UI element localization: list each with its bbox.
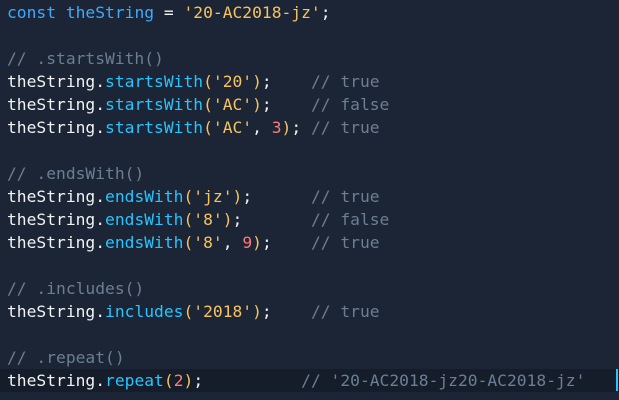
code-text: theString <box>7 233 96 252</box>
code-text: theString <box>7 371 96 390</box>
code-line[interactable]: theString.startsWith('AC', 3); // true <box>7 116 619 139</box>
method-token: endsWith <box>105 187 184 206</box>
code-text: theString <box>7 302 96 321</box>
paren-token: ) <box>252 302 262 321</box>
comment-token: // true <box>310 72 380 91</box>
code-text: . <box>95 118 106 137</box>
code-text: ; <box>193 371 302 390</box>
string-token: '8' <box>193 210 223 229</box>
paren-token: ) <box>252 72 262 91</box>
code-line[interactable] <box>7 24 619 47</box>
code-text: ; <box>232 210 311 229</box>
comment-token: // .endsWith() <box>7 164 145 183</box>
code-text: ; <box>320 3 331 22</box>
code-line[interactable] <box>7 323 619 346</box>
code-text: . <box>95 210 106 229</box>
method-token: endsWith <box>105 233 184 252</box>
comment-token: // false <box>310 95 390 114</box>
keyword-token: const <box>7 3 57 22</box>
number-token: 9 <box>242 233 253 252</box>
paren-token: ) <box>232 187 243 206</box>
string-token: '2018' <box>193 302 253 321</box>
paren-token: ( <box>183 302 194 321</box>
string-token: '20-AC2018-jz' <box>183 3 321 22</box>
code-line[interactable]: // .includes() <box>7 277 619 300</box>
method-token: startsWith <box>105 95 204 114</box>
code-text: theString <box>7 118 96 137</box>
method-token: repeat <box>105 371 164 390</box>
paren-token: ) <box>281 118 292 137</box>
string-token: 'jz' <box>193 187 233 206</box>
code-text: . <box>95 371 106 390</box>
code-text: theString <box>7 95 96 114</box>
code-text: . <box>95 95 106 114</box>
paren-token: ( <box>203 118 213 137</box>
code-line[interactable]: const theString = '20-AC2018-jz'; <box>7 1 619 24</box>
code-line[interactable]: // .endsWith() <box>7 162 619 185</box>
number-token: 2 <box>173 371 184 390</box>
code-text: ; <box>261 72 311 91</box>
string-token: 'AC' <box>212 95 253 114</box>
string-token: '8' <box>193 233 223 252</box>
method-token: startsWith <box>105 72 204 91</box>
code-text: ; <box>242 187 311 206</box>
paren-token: ( <box>183 233 194 252</box>
comment-token: // true <box>310 233 380 252</box>
code-text: . <box>95 72 106 91</box>
paren-token: ) <box>252 233 262 252</box>
code-line[interactable] <box>7 139 619 162</box>
comment-token: // .repeat() <box>7 348 125 367</box>
code-text: theString <box>7 210 96 229</box>
code-editor[interactable]: const theString = '20-AC2018-jz'; // .st… <box>0 0 619 400</box>
method-token: includes <box>105 302 184 321</box>
code-text: , <box>252 118 272 137</box>
paren-token: ( <box>183 187 194 206</box>
number-token: 3 <box>271 118 282 137</box>
method-token: startsWith <box>105 118 204 137</box>
code-text: ; <box>261 95 311 114</box>
code-line[interactable]: theString.endsWith('8'); // false <box>7 208 619 231</box>
paren-token: ( <box>203 95 213 114</box>
code-text: . <box>95 233 106 252</box>
code-line[interactable]: // .repeat() <box>7 346 619 369</box>
string-token: '20' <box>212 72 253 91</box>
method-token: endsWith <box>105 210 184 229</box>
code-text: theString <box>7 187 96 206</box>
string-token: 'AC' <box>212 118 253 137</box>
text-caret <box>616 369 618 391</box>
code-text: ; <box>261 233 311 252</box>
paren-token: ) <box>252 95 262 114</box>
comment-token: // false <box>310 210 390 229</box>
paren-token: ( <box>163 371 174 390</box>
comment-token: // true <box>310 118 380 137</box>
paren-token: ) <box>222 210 233 229</box>
code-text: theString <box>7 72 96 91</box>
comment-token: // .startsWith() <box>7 49 164 68</box>
paren-token: ) <box>183 371 194 390</box>
code-text: ; <box>261 302 311 321</box>
comment-token: // true <box>310 187 380 206</box>
code-line-active[interactable]: theString.repeat(2); // '20-AC2018-jz20-… <box>0 369 619 392</box>
code-text: , <box>222 233 243 252</box>
code-text: ; <box>291 118 311 137</box>
code-text: . <box>95 302 106 321</box>
code-line[interactable]: theString.includes('2018'); // true <box>7 300 619 323</box>
code-line[interactable]: theString.startsWith('20'); // true <box>7 70 619 93</box>
code-line[interactable]: theString.endsWith('jz'); // true <box>7 185 619 208</box>
code-line[interactable]: theString.startsWith('AC'); // false <box>7 93 619 116</box>
code-line[interactable]: // .startsWith() <box>7 47 619 70</box>
code-line[interactable]: theString.endsWith('8', 9); // true <box>7 231 619 254</box>
code-line[interactable] <box>7 254 619 277</box>
paren-token: ( <box>183 210 194 229</box>
identifier-token: theString <box>65 3 155 22</box>
code-text: . <box>95 187 106 206</box>
comment-token: // '20-AC2018-jz20-AC2018-jz' <box>301 371 586 390</box>
paren-token: ( <box>203 72 213 91</box>
code-text: = <box>154 3 184 22</box>
comment-token: // .includes() <box>7 279 145 298</box>
comment-token: // true <box>310 302 380 321</box>
